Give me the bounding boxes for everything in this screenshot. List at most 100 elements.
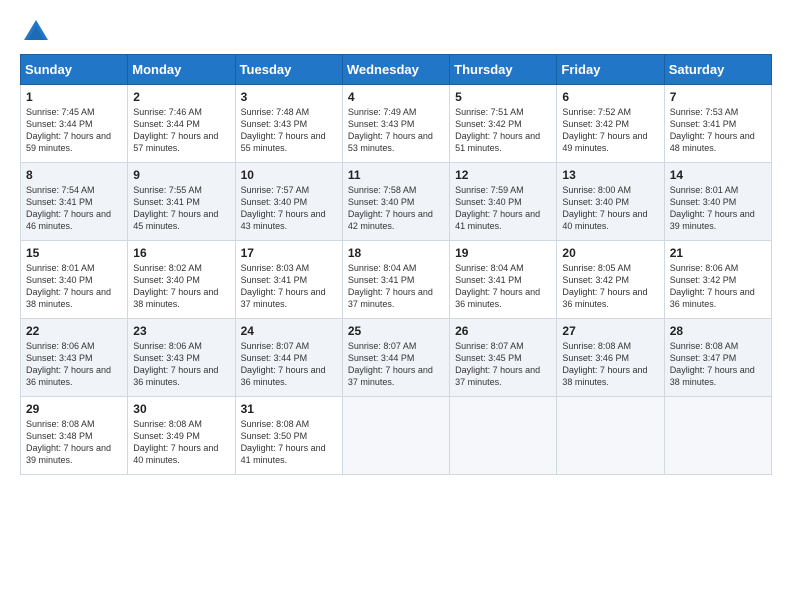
calendar-cell: 31 Sunrise: 8:08 AMSunset: 3:50 PMDaylig… <box>235 397 342 475</box>
day-number: 7 <box>670 90 766 104</box>
day-number: 15 <box>26 246 122 260</box>
day-detail: Sunrise: 8:08 AMSunset: 3:48 PMDaylight:… <box>26 419 111 465</box>
calendar-cell: 14 Sunrise: 8:01 AMSunset: 3:40 PMDaylig… <box>664 163 771 241</box>
calendar-cell: 29 Sunrise: 8:08 AMSunset: 3:48 PMDaylig… <box>21 397 128 475</box>
calendar-cell: 4 Sunrise: 7:49 AMSunset: 3:43 PMDayligh… <box>342 85 449 163</box>
day-number: 14 <box>670 168 766 182</box>
day-number: 11 <box>348 168 444 182</box>
calendar-cell: 12 Sunrise: 7:59 AMSunset: 3:40 PMDaylig… <box>450 163 557 241</box>
day-detail: Sunrise: 8:06 AMSunset: 3:43 PMDaylight:… <box>133 341 218 387</box>
calendar-cell: 25 Sunrise: 8:07 AMSunset: 3:44 PMDaylig… <box>342 319 449 397</box>
day-detail: Sunrise: 8:08 AMSunset: 3:46 PMDaylight:… <box>562 341 647 387</box>
calendar-cell: 10 Sunrise: 7:57 AMSunset: 3:40 PMDaylig… <box>235 163 342 241</box>
calendar-cell: 26 Sunrise: 8:07 AMSunset: 3:45 PMDaylig… <box>450 319 557 397</box>
day-number: 22 <box>26 324 122 338</box>
day-detail: Sunrise: 7:49 AMSunset: 3:43 PMDaylight:… <box>348 107 433 153</box>
calendar-cell: 28 Sunrise: 8:08 AMSunset: 3:47 PMDaylig… <box>664 319 771 397</box>
day-number: 6 <box>562 90 658 104</box>
day-detail: Sunrise: 7:52 AMSunset: 3:42 PMDaylight:… <box>562 107 647 153</box>
calendar-cell: 9 Sunrise: 7:55 AMSunset: 3:41 PMDayligh… <box>128 163 235 241</box>
calendar-cell: 18 Sunrise: 8:04 AMSunset: 3:41 PMDaylig… <box>342 241 449 319</box>
day-number: 9 <box>133 168 229 182</box>
day-number: 28 <box>670 324 766 338</box>
day-number: 3 <box>241 90 337 104</box>
calendar-cell <box>450 397 557 475</box>
day-number: 12 <box>455 168 551 182</box>
day-detail: Sunrise: 8:02 AMSunset: 3:40 PMDaylight:… <box>133 263 218 309</box>
calendar-cell: 6 Sunrise: 7:52 AMSunset: 3:42 PMDayligh… <box>557 85 664 163</box>
day-detail: Sunrise: 7:58 AMSunset: 3:40 PMDaylight:… <box>348 185 433 231</box>
day-number: 18 <box>348 246 444 260</box>
day-number: 20 <box>562 246 658 260</box>
calendar-cell: 24 Sunrise: 8:07 AMSunset: 3:44 PMDaylig… <box>235 319 342 397</box>
header-row <box>20 18 772 46</box>
day-detail: Sunrise: 7:57 AMSunset: 3:40 PMDaylight:… <box>241 185 326 231</box>
calendar-cell: 22 Sunrise: 8:06 AMSunset: 3:43 PMDaylig… <box>21 319 128 397</box>
day-detail: Sunrise: 7:46 AMSunset: 3:44 PMDaylight:… <box>133 107 218 153</box>
day-detail: Sunrise: 8:07 AMSunset: 3:45 PMDaylight:… <box>455 341 540 387</box>
calendar-cell: 17 Sunrise: 8:03 AMSunset: 3:41 PMDaylig… <box>235 241 342 319</box>
day-detail: Sunrise: 8:08 AMSunset: 3:50 PMDaylight:… <box>241 419 326 465</box>
logo <box>20 18 50 46</box>
calendar-week-2: 8 Sunrise: 7:54 AMSunset: 3:41 PMDayligh… <box>21 163 772 241</box>
day-number: 4 <box>348 90 444 104</box>
calendar-cell: 27 Sunrise: 8:08 AMSunset: 3:46 PMDaylig… <box>557 319 664 397</box>
calendar-cell: 23 Sunrise: 8:06 AMSunset: 3:43 PMDaylig… <box>128 319 235 397</box>
day-detail: Sunrise: 8:08 AMSunset: 3:49 PMDaylight:… <box>133 419 218 465</box>
weekday-tuesday: Tuesday <box>235 55 342 85</box>
day-number: 29 <box>26 402 122 416</box>
weekday-friday: Friday <box>557 55 664 85</box>
calendar-cell <box>557 397 664 475</box>
weekday-sunday: Sunday <box>21 55 128 85</box>
day-number: 25 <box>348 324 444 338</box>
day-detail: Sunrise: 8:08 AMSunset: 3:47 PMDaylight:… <box>670 341 755 387</box>
calendar-cell: 1 Sunrise: 7:45 AMSunset: 3:44 PMDayligh… <box>21 85 128 163</box>
day-number: 24 <box>241 324 337 338</box>
calendar-week-1: 1 Sunrise: 7:45 AMSunset: 3:44 PMDayligh… <box>21 85 772 163</box>
day-number: 31 <box>241 402 337 416</box>
day-detail: Sunrise: 8:07 AMSunset: 3:44 PMDaylight:… <box>348 341 433 387</box>
day-detail: Sunrise: 8:00 AMSunset: 3:40 PMDaylight:… <box>562 185 647 231</box>
calendar-cell: 19 Sunrise: 8:04 AMSunset: 3:41 PMDaylig… <box>450 241 557 319</box>
calendar-cell: 16 Sunrise: 8:02 AMSunset: 3:40 PMDaylig… <box>128 241 235 319</box>
calendar-cell: 15 Sunrise: 8:01 AMSunset: 3:40 PMDaylig… <box>21 241 128 319</box>
logo-icon <box>22 18 50 46</box>
day-number: 17 <box>241 246 337 260</box>
weekday-wednesday: Wednesday <box>342 55 449 85</box>
day-number: 30 <box>133 402 229 416</box>
day-detail: Sunrise: 8:04 AMSunset: 3:41 PMDaylight:… <box>455 263 540 309</box>
calendar-cell: 8 Sunrise: 7:54 AMSunset: 3:41 PMDayligh… <box>21 163 128 241</box>
calendar-cell: 21 Sunrise: 8:06 AMSunset: 3:42 PMDaylig… <box>664 241 771 319</box>
day-detail: Sunrise: 8:06 AMSunset: 3:42 PMDaylight:… <box>670 263 755 309</box>
calendar-cell <box>342 397 449 475</box>
day-detail: Sunrise: 7:51 AMSunset: 3:42 PMDaylight:… <box>455 107 540 153</box>
calendar-week-5: 29 Sunrise: 8:08 AMSunset: 3:48 PMDaylig… <box>21 397 772 475</box>
calendar-week-3: 15 Sunrise: 8:01 AMSunset: 3:40 PMDaylig… <box>21 241 772 319</box>
weekday-thursday: Thursday <box>450 55 557 85</box>
calendar-cell: 13 Sunrise: 8:00 AMSunset: 3:40 PMDaylig… <box>557 163 664 241</box>
day-number: 13 <box>562 168 658 182</box>
calendar-table: SundayMondayTuesdayWednesdayThursdayFrid… <box>20 54 772 475</box>
day-number: 1 <box>26 90 122 104</box>
calendar-cell: 30 Sunrise: 8:08 AMSunset: 3:49 PMDaylig… <box>128 397 235 475</box>
page: SundayMondayTuesdayWednesdayThursdayFrid… <box>0 0 792 612</box>
day-detail: Sunrise: 8:04 AMSunset: 3:41 PMDaylight:… <box>348 263 433 309</box>
day-number: 2 <box>133 90 229 104</box>
day-number: 10 <box>241 168 337 182</box>
day-number: 19 <box>455 246 551 260</box>
day-detail: Sunrise: 8:07 AMSunset: 3:44 PMDaylight:… <box>241 341 326 387</box>
day-detail: Sunrise: 8:01 AMSunset: 3:40 PMDaylight:… <box>670 185 755 231</box>
calendar-cell: 3 Sunrise: 7:48 AMSunset: 3:43 PMDayligh… <box>235 85 342 163</box>
day-number: 8 <box>26 168 122 182</box>
day-detail: Sunrise: 8:03 AMSunset: 3:41 PMDaylight:… <box>241 263 326 309</box>
day-detail: Sunrise: 8:05 AMSunset: 3:42 PMDaylight:… <box>562 263 647 309</box>
day-number: 23 <box>133 324 229 338</box>
day-detail: Sunrise: 7:54 AMSunset: 3:41 PMDaylight:… <box>26 185 111 231</box>
calendar-cell <box>664 397 771 475</box>
calendar-cell: 2 Sunrise: 7:46 AMSunset: 3:44 PMDayligh… <box>128 85 235 163</box>
day-detail: Sunrise: 7:59 AMSunset: 3:40 PMDaylight:… <box>455 185 540 231</box>
weekday-header-row: SundayMondayTuesdayWednesdayThursdayFrid… <box>21 55 772 85</box>
calendar-cell: 5 Sunrise: 7:51 AMSunset: 3:42 PMDayligh… <box>450 85 557 163</box>
day-number: 26 <box>455 324 551 338</box>
calendar-cell: 11 Sunrise: 7:58 AMSunset: 3:40 PMDaylig… <box>342 163 449 241</box>
